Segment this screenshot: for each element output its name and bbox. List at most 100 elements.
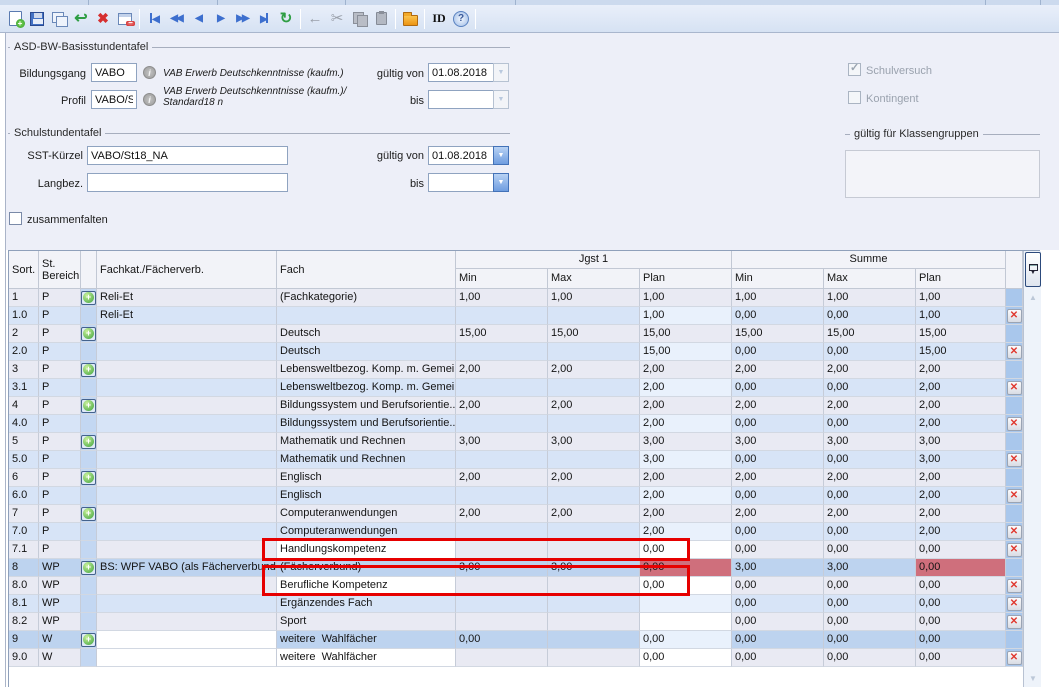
cell-fach[interactable]: Computeranwendungen [277, 523, 456, 541]
cell-sort[interactable]: 4.0 [9, 415, 39, 433]
cell-fachkat[interactable] [97, 415, 277, 433]
cell-jgst-min[interactable] [456, 343, 548, 361]
paste-button[interactable] [370, 8, 392, 30]
open-folder-button[interactable] [399, 8, 421, 30]
cell-summe-max[interactable]: 0,00 [824, 307, 916, 325]
cell-add[interactable] [81, 649, 97, 667]
cell-add[interactable] [81, 379, 97, 397]
cell-delete[interactable] [1006, 361, 1023, 379]
cell-fachkat[interactable]: BS: WPF VABO (als Fächerverbund) [97, 559, 277, 577]
cell-fachkat[interactable] [97, 577, 277, 595]
cell-summe-min[interactable]: 15,00 [732, 325, 824, 343]
cell-delete[interactable] [1006, 559, 1023, 577]
save-button[interactable] [26, 8, 48, 30]
cell-fach[interactable]: Mathematik und Rechnen [277, 451, 456, 469]
column-chooser-button[interactable]: ▼ [1025, 252, 1041, 287]
cell-jgst-plan[interactable]: 2,00 [640, 487, 732, 505]
fast-next-button[interactable]: ▶▶ [231, 8, 253, 30]
copy-record-button[interactable] [48, 8, 70, 30]
add-row-button[interactable]: + [81, 471, 96, 485]
cell-summe-max[interactable]: 2,00 [824, 361, 916, 379]
schulversuch-checkbox[interactable]: ✓ [848, 63, 861, 76]
cell-jgst-max[interactable]: 1,00 [548, 289, 640, 307]
header-jgst-min[interactable]: Min [456, 269, 548, 289]
cell-jgst-min[interactable]: 2,00 [456, 469, 548, 487]
cell-add[interactable]: + [81, 361, 97, 379]
cell-jgst-max[interactable] [548, 487, 640, 505]
cell-sort[interactable]: 5.0 [9, 451, 39, 469]
scroll-up-arrow[interactable]: ▲ [1026, 291, 1040, 305]
scroll-down-arrow[interactable]: ▼ [1026, 672, 1040, 686]
gueltig-von-dropdown-disabled[interactable]: ▼ [493, 63, 509, 82]
cell-jgst-plan[interactable]: 1,00 [640, 289, 732, 307]
sst-gueltig-von-input[interactable] [428, 146, 494, 165]
cell-bereich[interactable]: P [39, 343, 81, 361]
refresh-button[interactable]: ↻ [275, 8, 297, 30]
cell-add[interactable]: + [81, 397, 97, 415]
cell-bereich[interactable]: WP [39, 613, 81, 631]
cell-add[interactable]: + [81, 433, 97, 451]
delete-row-button[interactable]: ✕ [1007, 453, 1022, 467]
add-row-button[interactable]: + [81, 633, 96, 647]
cell-fachkat[interactable] [97, 325, 277, 343]
cell-bereich[interactable]: P [39, 487, 81, 505]
cell-sort[interactable]: 6 [9, 469, 39, 487]
next-button[interactable]: ▶ [209, 8, 231, 30]
cell-summe-plan[interactable]: 2,00 [916, 523, 1006, 541]
new-record-button[interactable]: + [4, 8, 26, 30]
cell-jgst-plan[interactable]: 1,00 [640, 307, 732, 325]
cell-bereich[interactable]: P [39, 397, 81, 415]
cell-summe-max[interactable]: 0,00 [824, 649, 916, 667]
cell-sort[interactable]: 5 [9, 433, 39, 451]
cell-jgst-max[interactable] [548, 613, 640, 631]
cell-bereich[interactable]: WP [39, 577, 81, 595]
cell-sort[interactable]: 1 [9, 289, 39, 307]
cell-jgst-max[interactable] [548, 343, 640, 361]
cell-summe-max[interactable]: 0,00 [824, 541, 916, 559]
cell-jgst-min[interactable] [456, 523, 548, 541]
cell-fach[interactable]: Bildungssystem und Berufsorientie... [277, 415, 456, 433]
cell-jgst-max[interactable] [548, 523, 640, 541]
cell-add[interactable]: + [81, 469, 97, 487]
cell-summe-max[interactable]: 2,00 [824, 469, 916, 487]
cell-jgst-plan[interactable] [640, 595, 732, 613]
cell-summe-plan[interactable]: 3,00 [916, 433, 1006, 451]
cell-jgst-min[interactable] [456, 487, 548, 505]
cell-delete[interactable] [1006, 397, 1023, 415]
profil-input[interactable] [91, 90, 137, 109]
cell-jgst-plan[interactable]: 2,00 [640, 379, 732, 397]
cell-jgst-max[interactable] [548, 307, 640, 325]
header-fach[interactable]: Fach [277, 251, 456, 289]
cell-delete[interactable]: ✕ [1006, 613, 1023, 631]
cell-sort[interactable]: 7.0 [9, 523, 39, 541]
cell-jgst-max[interactable]: 2,00 [548, 361, 640, 379]
cell-fachkat[interactable] [97, 343, 277, 361]
cell-summe-min[interactable]: 2,00 [732, 397, 824, 415]
kontingent-checkbox[interactable] [848, 91, 861, 104]
cell-jgst-min[interactable] [456, 451, 548, 469]
cell-jgst-plan[interactable]: 3,00 [640, 433, 732, 451]
cell-fach[interactable]: Handlungskompetenz [277, 541, 456, 559]
cell-jgst-max[interactable]: 2,00 [548, 397, 640, 415]
back-button[interactable]: ← [304, 8, 326, 30]
cell-delete[interactable]: ✕ [1006, 577, 1023, 595]
cell-add[interactable]: + [81, 559, 97, 577]
cell-fachkat[interactable] [97, 649, 277, 667]
cell-summe-min[interactable]: 3,00 [732, 559, 824, 577]
cell-delete[interactable]: ✕ [1006, 307, 1023, 325]
sst-gueltig-von-dropdown[interactable]: ▼ [493, 146, 509, 165]
cell-jgst-plan[interactable]: 2,00 [640, 361, 732, 379]
cell-fach[interactable]: Deutsch [277, 343, 456, 361]
cell-fachkat[interactable] [97, 541, 277, 559]
cell-add[interactable]: + [81, 505, 97, 523]
copy-button[interactable] [348, 8, 370, 30]
cell-jgst-max[interactable] [548, 577, 640, 595]
cell-sort[interactable]: 8 [9, 559, 39, 577]
cell-fach[interactable]: Englisch [277, 469, 456, 487]
cell-summe-min[interactable]: 0,00 [732, 379, 824, 397]
header-summe-plan[interactable]: Plan [916, 269, 1006, 289]
cell-jgst-plan[interactable]: 2,00 [640, 523, 732, 541]
cell-summe-max[interactable]: 0,00 [824, 451, 916, 469]
cell-fach[interactable]: weitere Wahlfächer [277, 649, 456, 667]
cell-sort[interactable]: 4 [9, 397, 39, 415]
